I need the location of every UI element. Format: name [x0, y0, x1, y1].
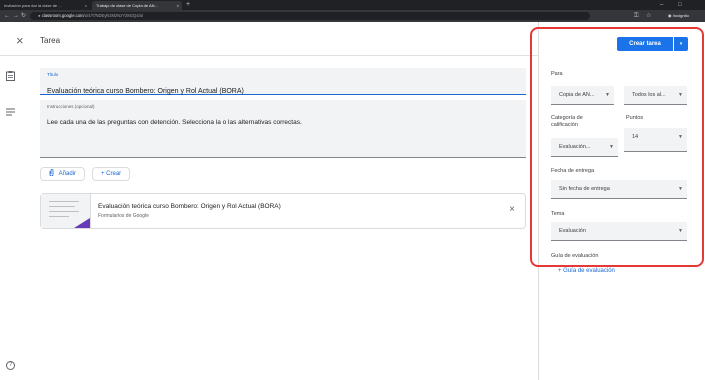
title-label: Título: [47, 72, 59, 77]
grade-category-value: Evaluación...: [559, 144, 591, 150]
thumbnail-line: [49, 206, 75, 207]
instructions-label: Instrucciones (opcional): [47, 104, 95, 109]
attachment-subtitle: Formularios de Google: [98, 213, 149, 219]
browser-tab-bar: Invitación para dar la clase de ... × Tr…: [0, 0, 705, 10]
topic-value: Evaluación: [559, 228, 586, 234]
thumbnail-line: [49, 211, 79, 212]
attachment-card[interactable]: Evaluación teórica curso Bombero: Origen…: [40, 193, 526, 229]
header-divider: [0, 55, 538, 56]
due-date-value: Sin fecha de entrega: [559, 186, 610, 192]
new-tab-button[interactable]: +: [186, 0, 190, 10]
chevron-down-icon: ▼: [678, 92, 683, 98]
chevron-down-icon: ▼: [678, 134, 683, 140]
form-thumbnail: [41, 194, 91, 228]
students-select-value: Todos los al...: [632, 92, 666, 98]
browser-tab[interactable]: Invitación para dar la clase de ... ×: [0, 1, 90, 10]
points-select[interactable]: 14 ▼: [624, 128, 687, 152]
back-arrow-icon[interactable]: ←: [4, 11, 10, 21]
remove-attachment-icon[interactable]: ×: [509, 204, 515, 215]
close-icon[interactable]: ×: [16, 34, 24, 47]
thumbnail-line: [49, 201, 79, 202]
grade-category-select[interactable]: Evaluación... ▼: [551, 138, 618, 157]
url-path: /u/4/T/NDEyNzMzNzY2MzQ4/a/: [83, 13, 144, 18]
page-title: Tarea: [40, 36, 61, 45]
title-input[interactable]: Evaluación teórica curso Bombero: Origen…: [47, 88, 244, 95]
browser-tab-active[interactable]: Trabajo de clase de Copia de AN... ×: [92, 1, 182, 10]
chevron-down-icon: ▼: [678, 228, 683, 234]
due-date-select[interactable]: Sin fecha de entrega ▼: [551, 180, 687, 199]
minimize-button[interactable]: –: [660, 0, 663, 10]
due-date-label: Fecha de entrega: [551, 168, 595, 174]
add-rubric-button[interactable]: + Guía de evaluación: [558, 268, 615, 274]
students-select[interactable]: Todos los al... ▼: [624, 86, 687, 105]
help-icon[interactable]: ?: [6, 361, 15, 370]
star-icon[interactable]: ☆: [646, 11, 651, 21]
grade-category-label: Categoría de calificación: [551, 115, 583, 128]
tab-close-icon[interactable]: ×: [85, 1, 87, 10]
forward-arrow-icon[interactable]: →: [13, 11, 19, 21]
maximize-button[interactable]: □: [678, 0, 682, 10]
tab-close-icon[interactable]: ×: [177, 1, 179, 10]
for-label: Para: [551, 71, 563, 77]
attachment-title[interactable]: Evaluación teórica curso Bombero: Origen…: [98, 203, 281, 210]
chevron-down-icon: ▼: [605, 92, 610, 98]
chevron-down-icon: ▼: [678, 186, 683, 192]
key-icon[interactable]: ⚿: [634, 11, 639, 21]
add-attachment-button[interactable]: Añadir: [40, 167, 86, 181]
address-bar[interactable]: ● classroom.google.com/u/4/T/NDEyNzMzNzY…: [30, 12, 590, 20]
assign-options-chevron-icon[interactable]: ▾: [674, 37, 688, 51]
chevron-down-icon: ▼: [609, 144, 614, 150]
paperclip-icon: [49, 169, 56, 177]
incognito-badge[interactable]: ◉ Incógnito: [668, 12, 689, 20]
class-select[interactable]: Copia de AN... ▼: [551, 86, 614, 105]
url-domain: classroom.google.com: [41, 13, 84, 18]
topic-select[interactable]: Evaluación ▼: [551, 222, 687, 241]
class-select-value: Copia de AN...: [559, 92, 595, 98]
instructions-input[interactable]: Lee cada una de las preguntas con detenc…: [47, 119, 302, 126]
title-field[interactable]: Título Evaluación teórica curso Bombero:…: [40, 68, 526, 95]
tab-title: Invitación para dar la clase de ...: [4, 3, 62, 8]
forms-icon: [74, 218, 90, 228]
reload-icon[interactable]: ↻: [21, 11, 26, 21]
notes-icon: [6, 108, 15, 118]
create-label: + Crear: [101, 171, 122, 177]
tab-title: Trabajo de clase de Copia de AN...: [96, 3, 158, 8]
points-value: 14: [632, 134, 639, 140]
topic-label: Tema: [551, 211, 565, 217]
add-attachment-label: Añadir: [58, 171, 77, 177]
create-button[interactable]: + Crear: [92, 167, 131, 181]
thumbnail-line: [49, 216, 69, 217]
incognito-label: Incógnito: [672, 13, 689, 18]
rubric-label: Guía de evaluación: [551, 253, 599, 259]
points-label: Puntos: [626, 115, 644, 121]
create-assignment-button[interactable]: Crear tarea: [617, 37, 673, 51]
browser-toolbar: ← → ↻ ● classroom.google.com/u/4/T/NDEyN…: [0, 10, 705, 22]
assignment-icon: [6, 71, 15, 83]
assignment-settings-panel: [538, 22, 705, 380]
instructions-field[interactable]: Instrucciones (opcional) Lee cada una de…: [40, 100, 526, 158]
